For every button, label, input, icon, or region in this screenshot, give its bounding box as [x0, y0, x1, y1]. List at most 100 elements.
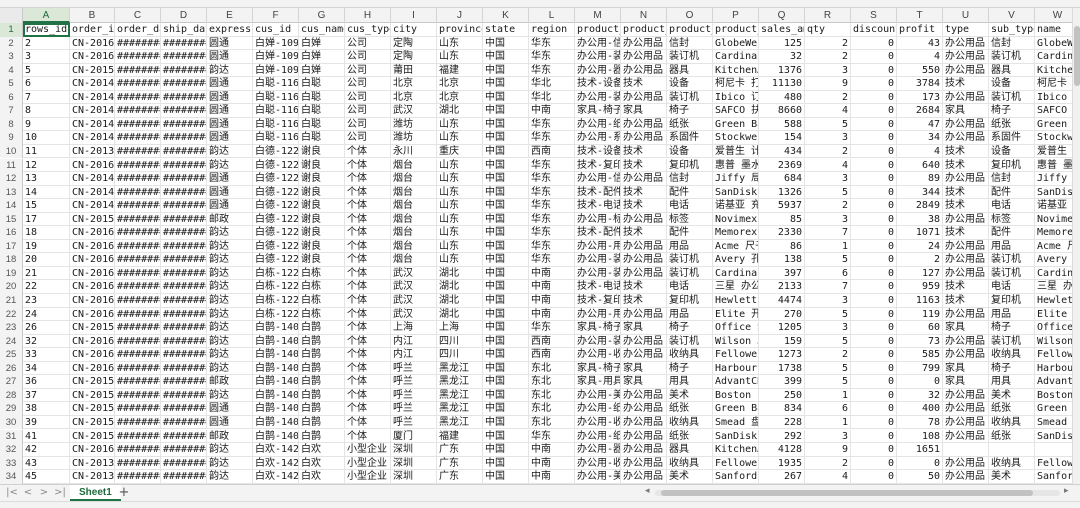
grid-cell[interactable]: 白聪-1160: [253, 104, 299, 118]
grid-cell[interactable]: 办公用品: [621, 456, 667, 471]
grid-cell[interactable]: 3: [805, 429, 851, 444]
grid-cell[interactable]: 四川: [437, 334, 483, 349]
header-cell[interactable]: cus_type: [345, 23, 391, 37]
grid-cell[interactable]: 用品: [989, 239, 1035, 254]
grid-cell[interactable]: 办公用-器: [575, 443, 621, 457]
column-header-d[interactable]: D: [161, 8, 207, 23]
grid-cell[interactable]: CN-2015-1: [70, 375, 115, 389]
grid-cell[interactable]: 山东: [437, 239, 483, 254]
grid-cell[interactable]: 白德-1220: [253, 253, 299, 267]
grid-cell[interactable]: 圆通: [207, 131, 253, 145]
grid-cell[interactable]: 纸张: [989, 117, 1035, 132]
grid-cell[interactable]: 中国: [483, 429, 529, 444]
grid-cell[interactable]: Ibico 订: [1035, 91, 1072, 105]
grid-cell[interactable]: 中国: [483, 253, 529, 267]
grid-cell[interactable]: GlobeWeis: [1035, 37, 1072, 51]
grid-cell[interactable]: 惠普 墨水: [1035, 159, 1072, 173]
header-cell[interactable]: sub_type: [989, 23, 1035, 37]
grid-cell[interactable]: 武汉: [391, 104, 437, 118]
grid-cell[interactable]: 装订机: [989, 266, 1035, 281]
grid-cell[interactable]: #########: [161, 36, 207, 51]
grid-cell[interactable]: 装订机: [989, 253, 1035, 267]
grid-cell[interactable]: 1273: [759, 348, 805, 362]
grid-cell[interactable]: 白鹊: [299, 415, 345, 430]
grid-cell[interactable]: 定陶: [391, 36, 437, 51]
grid-cell[interactable]: CN-2016-1: [70, 361, 115, 376]
grid-cell[interactable]: #########: [115, 63, 161, 78]
grid-cell[interactable]: #########: [161, 375, 207, 389]
grid-cell[interactable]: 白婵-1097: [253, 50, 299, 64]
grid-cell[interactable]: 邮政: [207, 375, 253, 389]
grid-cell[interactable]: 办公用品: [621, 253, 667, 267]
grid-cell[interactable]: Smead 盘: [1035, 416, 1072, 430]
header-cell[interactable]: ship_date: [161, 23, 207, 37]
grid-cell[interactable]: 东北: [529, 375, 575, 389]
header-cell[interactable]: express: [207, 23, 253, 37]
grid-cell[interactable]: 收纳具: [989, 348, 1035, 362]
grid-cell[interactable]: 湖北: [437, 294, 483, 308]
grid-cell[interactable]: Stockwell: [713, 131, 759, 145]
grid-cell[interactable]: 白聪-1160: [253, 77, 299, 91]
grid-cell[interactable]: 呼兰: [391, 375, 437, 389]
grid-cell[interactable]: 白栋: [299, 280, 345, 294]
grid-cell[interactable]: #########: [115, 36, 161, 51]
grid-cell[interactable]: 588: [759, 117, 805, 132]
grid-cell[interactable]: 白栋: [299, 294, 345, 308]
header-cell[interactable]: type: [943, 23, 989, 37]
grid-cell[interactable]: 纸张: [667, 117, 713, 132]
grid-cell[interactable]: Cardinal: [1035, 50, 1072, 64]
grid-cell[interactable]: #########: [115, 321, 161, 335]
grid-cell[interactable]: 办公用品: [943, 402, 989, 416]
grid-cell[interactable]: 华东: [529, 131, 575, 145]
grid-cell[interactable]: 1071: [897, 226, 943, 240]
grid-cell[interactable]: 四川: [437, 348, 483, 362]
grid-cell[interactable]: 电话: [989, 199, 1035, 213]
grid-cell[interactable]: Memorex 键: [1035, 226, 1072, 240]
grid-cell[interactable]: 0: [851, 77, 897, 91]
grid-cell[interactable]: 华北: [529, 90, 575, 105]
grid-cell[interactable]: 广东: [437, 443, 483, 457]
grid-cell[interactable]: 公司: [345, 50, 391, 64]
grid-cell[interactable]: 白鹊-1400: [253, 415, 299, 430]
grid-cell[interactable]: 白鹊-1400: [253, 321, 299, 335]
grid-cell[interactable]: 技术-设备: [575, 144, 621, 159]
grid-cell[interactable]: 韵达: [207, 307, 253, 322]
grid-cell[interactable]: 白德-1220: [253, 185, 299, 200]
grid-cell[interactable]: 美术: [667, 388, 713, 403]
grid-cell[interactable]: 信封: [667, 36, 713, 51]
grid-cell[interactable]: 78: [897, 415, 943, 430]
grid-cell[interactable]: 白德-1220: [253, 144, 299, 159]
grid-cell[interactable]: 家具: [621, 104, 667, 118]
grid-cell[interactable]: 中国: [483, 104, 529, 118]
grid-cell[interactable]: 东北: [529, 402, 575, 416]
grid-cell[interactable]: 中国: [483, 402, 529, 416]
grid-cell[interactable]: 收纳具: [667, 348, 713, 362]
scroll-left-icon[interactable]: ◂: [645, 486, 650, 496]
grid-cell[interactable]: 250: [759, 388, 805, 403]
grid-cell[interactable]: 3: [805, 294, 851, 308]
grid-cell[interactable]: 公司: [345, 77, 391, 91]
grid-cell[interactable]: 9: [23, 117, 70, 132]
grid-cell[interactable]: 用品: [667, 239, 713, 254]
grid-cell[interactable]: 白鹊-1400: [253, 334, 299, 349]
header-cell[interactable]: city: [391, 23, 437, 37]
row-header[interactable]: 5: [0, 77, 23, 91]
grid-cell[interactable]: 0: [851, 266, 897, 281]
grid-cell[interactable]: 办公用品: [943, 348, 989, 362]
grid-cell[interactable]: #########: [161, 77, 207, 91]
grid-cell[interactable]: 西南: [529, 334, 575, 349]
grid-cell[interactable]: 器具: [667, 443, 713, 457]
grid-cell[interactable]: Elite 开信: [713, 307, 759, 322]
grid-cell[interactable]: 个体: [345, 239, 391, 254]
grid-cell[interactable]: 白德-1220: [253, 158, 299, 173]
grid-cell[interactable]: 2330: [759, 226, 805, 240]
grid-cell[interactable]: 5: [805, 117, 851, 132]
grid-cell[interactable]: 34: [23, 361, 70, 376]
grid-cell[interactable]: 1205: [759, 321, 805, 335]
grid-cell[interactable]: 个体: [345, 307, 391, 322]
grid-cell[interactable]: 办公用-用: [575, 239, 621, 254]
grid-cell[interactable]: 纸张: [667, 429, 713, 444]
grid-cell[interactable]: 个体: [345, 321, 391, 335]
grid-cell[interactable]: 60: [897, 321, 943, 335]
grid-cell[interactable]: 1163: [897, 294, 943, 308]
